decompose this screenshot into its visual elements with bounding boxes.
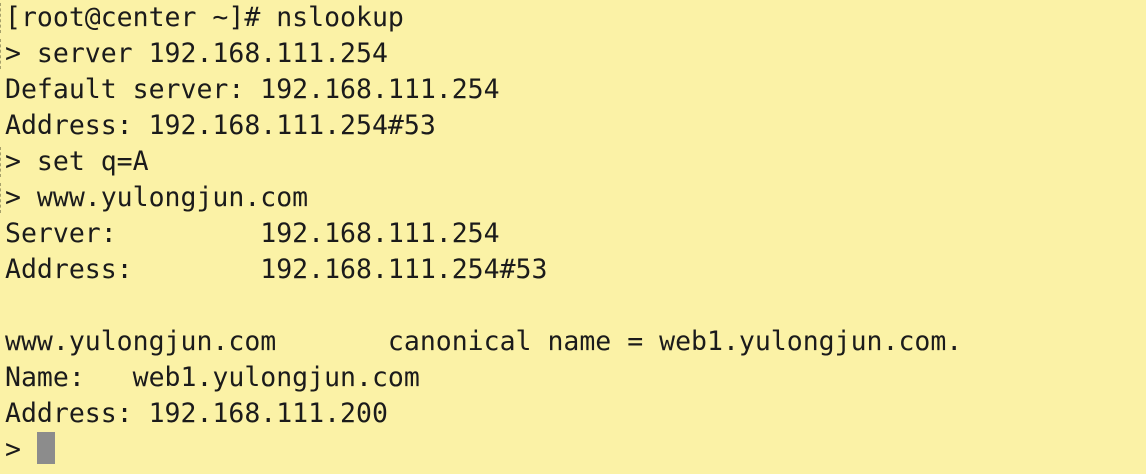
terminal-line: Address: 192.168.111.254#53 <box>5 252 1146 288</box>
terminal-line-text: > www.yulongjun.com <box>5 182 309 213</box>
terminal-line-text: Address: 192.168.111.200 <box>5 398 388 429</box>
line-marker <box>0 183 1 213</box>
terminal-line: Name: web1.yulongjun.com <box>5 360 1146 396</box>
terminal-line-text: Address: 192.168.111.254#53 <box>5 110 436 141</box>
terminal-window[interactable]: [root@center ~]# nslookup > server 192.1… <box>0 0 1146 474</box>
terminal-line: > www.yulongjun.com <box>0 180 1146 216</box>
terminal-line: www.yulongjun.com canonical name = web1.… <box>5 324 1146 360</box>
terminal-line-text: www.yulongjun.com canonical name = web1.… <box>5 326 963 357</box>
terminal-line-text: Name: web1.yulongjun.com <box>5 362 420 393</box>
terminal-line-text: Server: 192.168.111.254 <box>5 218 500 249</box>
terminal-line-text: Address: 192.168.111.254#53 <box>5 254 548 285</box>
terminal-line-text: > server 192.168.111.254 <box>5 38 388 69</box>
terminal-line: Default server: 192.168.111.254 <box>5 72 1146 108</box>
line-marker <box>0 147 1 177</box>
line-marker <box>0 3 1 33</box>
terminal-line: > set q=A <box>0 144 1146 180</box>
terminal-line: Address: 192.168.111.200 <box>5 396 1146 432</box>
text-cursor <box>36 432 55 464</box>
terminal-line-text: Default server: 192.168.111.254 <box>5 74 500 105</box>
terminal-line: > server 192.168.111.254 <box>0 36 1146 72</box>
terminal-line-text: > set q=A <box>5 146 149 177</box>
line-marker <box>0 39 1 69</box>
terminal-line: Server: 192.168.111.254 <box>5 216 1146 252</box>
terminal-line-text: [root@center ~]# nslookup <box>5 2 404 33</box>
terminal-input-line[interactable]: > <box>5 432 1146 468</box>
command-prompt: > <box>5 434 37 465</box>
terminal-line: [root@center ~]# nslookup <box>0 0 1146 36</box>
terminal-line: Address: 192.168.111.254#53 <box>5 108 1146 144</box>
